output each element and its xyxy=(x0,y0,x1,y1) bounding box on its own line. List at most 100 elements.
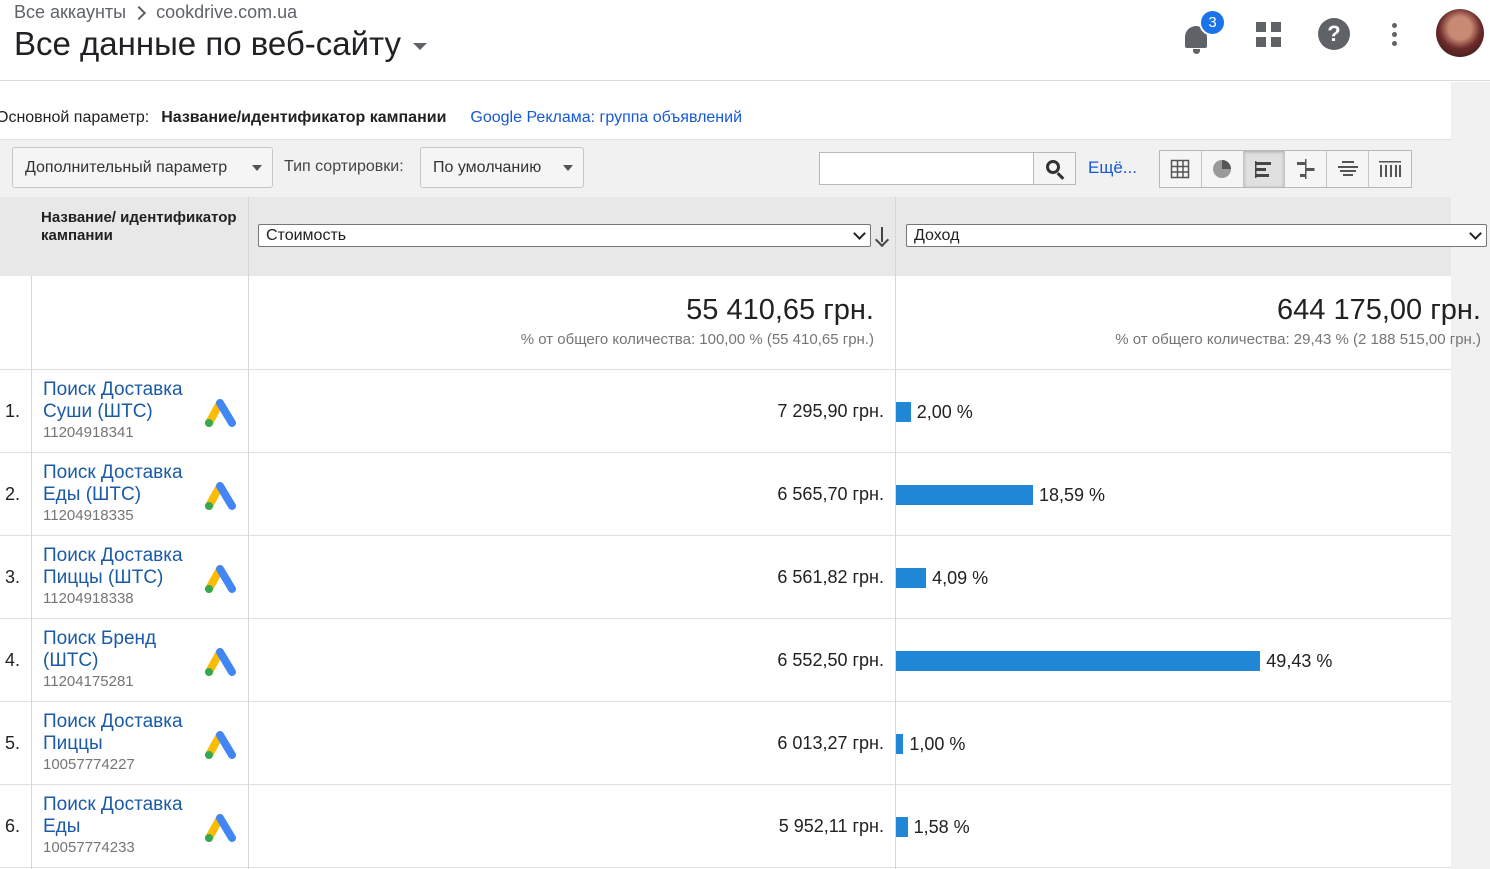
primary-dimension-link[interactable]: Google Реклама: группа объявлений xyxy=(470,109,742,127)
caret-down-icon xyxy=(413,42,428,50)
row-number: 5. xyxy=(5,733,21,753)
google-ads-icon[interactable] xyxy=(203,395,239,427)
breadcrumb-property[interactable]: cookdrive.com.ua xyxy=(156,2,297,23)
revenue-share-bar xyxy=(896,651,1261,671)
revenue-share-bar xyxy=(896,734,904,754)
revenue-share-label: 49,43 % xyxy=(1266,650,1333,671)
compare-metric-select[interactable]: Доход xyxy=(906,224,1487,247)
chevron-down-icon xyxy=(853,227,866,240)
table-view-switcher xyxy=(1159,150,1412,188)
campaign-id: 11204918341 xyxy=(43,424,134,441)
primary-dimension-bar: Основной параметр: Название/идентификато… xyxy=(0,100,742,136)
compare-metric-value: Доход xyxy=(914,227,960,244)
advanced-filter-link[interactable]: Ещё... xyxy=(1088,158,1137,178)
chevron-right-icon xyxy=(132,5,147,20)
campaign-id: 11204918335 xyxy=(43,507,134,524)
apps-grid-icon xyxy=(1255,21,1281,47)
row-number: 2. xyxy=(5,484,21,504)
help-button[interactable]: ? xyxy=(1314,14,1354,54)
campaign-name-link[interactable]: Поиск Доставка Суши (ШТС) xyxy=(43,379,203,423)
caret-down-icon xyxy=(563,165,573,171)
cost-value: 6 013,27 грн. xyxy=(777,733,884,753)
primary-metric-value: Стоимость xyxy=(266,227,347,244)
table-grid-icon xyxy=(1171,159,1190,179)
campaign-name-link[interactable]: Поиск Доставка Пиццы xyxy=(43,711,203,755)
table-row: 6. Поиск Доставка Еды 10057774233 5 952,… xyxy=(0,785,1451,868)
pie-chart-icon xyxy=(1213,160,1232,178)
divider xyxy=(248,197,249,869)
cost-value: 5 952,11 грн. xyxy=(778,816,884,836)
row-number-header xyxy=(0,197,32,276)
google-ads-icon[interactable] xyxy=(203,478,239,510)
primary-dimension-label: Основной параметр: xyxy=(0,109,150,126)
avatar[interactable] xyxy=(1436,9,1484,57)
cost-value: 6 561,82 грн. xyxy=(777,567,884,587)
campaign-name-link[interactable]: Поиск Доставка Еды xyxy=(43,794,203,838)
table-row: 1. Поиск Доставка Суши (ШТС) 11204918341… xyxy=(0,370,1451,453)
primary-total-share: % от общего количества: 100,00 % (55 410… xyxy=(520,331,874,348)
caret-down-icon xyxy=(252,165,262,171)
google-ads-icon[interactable] xyxy=(203,810,239,842)
view-performance-button[interactable] xyxy=(1243,151,1286,187)
more-options-button[interactable] xyxy=(1374,14,1414,54)
secondary-dimension-label: Дополнительный параметр xyxy=(25,158,228,176)
comparison-icon xyxy=(1296,159,1315,179)
revenue-share-bar xyxy=(896,817,908,837)
help-icon: ? xyxy=(1318,18,1350,50)
revenue-share-cell: 1,58 % xyxy=(896,817,970,837)
search-button[interactable] xyxy=(1033,152,1076,185)
revenue-share-label: 1,58 % xyxy=(913,816,970,837)
view-selector[interactable]: Все данные по веб-сайту xyxy=(14,25,428,63)
campaign-id: 11204175281 xyxy=(43,673,134,690)
table-row: 5. Поиск Доставка Пиццы 10057774227 6 01… xyxy=(0,702,1451,785)
compare-metric-total: 644 175,00 грн. % от общего количества: … xyxy=(896,276,1481,369)
revenue-share-label: 18,59 % xyxy=(1039,484,1106,505)
table-search-input[interactable] xyxy=(819,152,1034,185)
bar-chart-horizontal-icon xyxy=(1255,161,1272,178)
breadcrumb-root[interactable]: Все аккаунты xyxy=(14,2,126,23)
kebab-menu-icon xyxy=(1391,22,1397,46)
scroll-gutter xyxy=(1451,82,1490,869)
primary-metric-total: 55 410,65 грн. % от общего количества: 1… xyxy=(250,276,874,369)
view-percentage-button[interactable] xyxy=(1202,151,1244,187)
view-comparison-button[interactable] xyxy=(1285,151,1328,187)
pivot-table-icon xyxy=(1379,161,1402,177)
revenue-share-cell: 1,00 % xyxy=(896,734,965,754)
cost-value: 6 552,50 грн. xyxy=(777,650,884,670)
campaign-id: 11204918338 xyxy=(43,590,134,607)
campaign-cell: Поиск Доставка Пиццы (ШТС) 11204918338 xyxy=(43,545,203,607)
campaign-name-link[interactable]: Поиск Доставка Еды (ШТС) xyxy=(43,462,203,506)
cost-value: 6 565,70 грн. xyxy=(777,484,884,504)
sort-type-label: Тип сортировки: xyxy=(284,158,404,175)
google-ads-icon[interactable] xyxy=(203,644,239,676)
page-title: Все данные по веб-сайту xyxy=(14,25,402,62)
view-data-button[interactable] xyxy=(1160,151,1202,187)
compare-total-value: 644 175,00 грн. xyxy=(1277,294,1481,326)
row-number: 3. xyxy=(5,567,21,587)
app-header: Все аккаунты cookdrive.com.ua Все данные… xyxy=(0,0,1490,81)
notification-badge: 3 xyxy=(1199,9,1226,36)
view-term-cloud-button[interactable] xyxy=(1327,151,1370,187)
breadcrumb: Все аккаунты cookdrive.com.ua xyxy=(14,2,297,23)
campaign-column-header[interactable]: Название/ идентификатор кампании xyxy=(32,197,248,276)
row-number: 1. xyxy=(5,401,21,421)
google-ads-icon[interactable] xyxy=(203,561,239,593)
apps-button[interactable] xyxy=(1248,14,1288,54)
campaign-id: 10057774227 xyxy=(43,756,135,773)
sort-descending-icon[interactable] xyxy=(876,227,890,247)
sort-type-dropdown[interactable]: По умолчанию xyxy=(420,147,584,188)
revenue-share-label: 1,00 % xyxy=(909,733,966,754)
row-number: 6. xyxy=(5,816,21,836)
google-ads-icon[interactable] xyxy=(203,727,239,759)
view-pivot-button[interactable] xyxy=(1369,151,1411,187)
campaign-name-link[interactable]: Поиск Доставка Пиццы (ШТС) xyxy=(43,545,203,589)
table-row: 4. Поиск Бренд (ШТС) 11204175281 6 552,5… xyxy=(0,619,1451,702)
revenue-share-bar xyxy=(896,402,911,422)
row-number: 4. xyxy=(5,650,21,670)
secondary-dimension-dropdown[interactable]: Дополнительный параметр xyxy=(12,147,273,188)
revenue-share-bar xyxy=(896,485,1033,505)
primary-dimension-selected: Название/идентификатор кампании xyxy=(161,109,447,126)
revenue-share-cell: 4,09 % xyxy=(896,568,988,588)
campaign-name-link[interactable]: Поиск Бренд (ШТС) xyxy=(43,628,203,672)
primary-metric-select[interactable]: Стоимость xyxy=(258,224,871,247)
